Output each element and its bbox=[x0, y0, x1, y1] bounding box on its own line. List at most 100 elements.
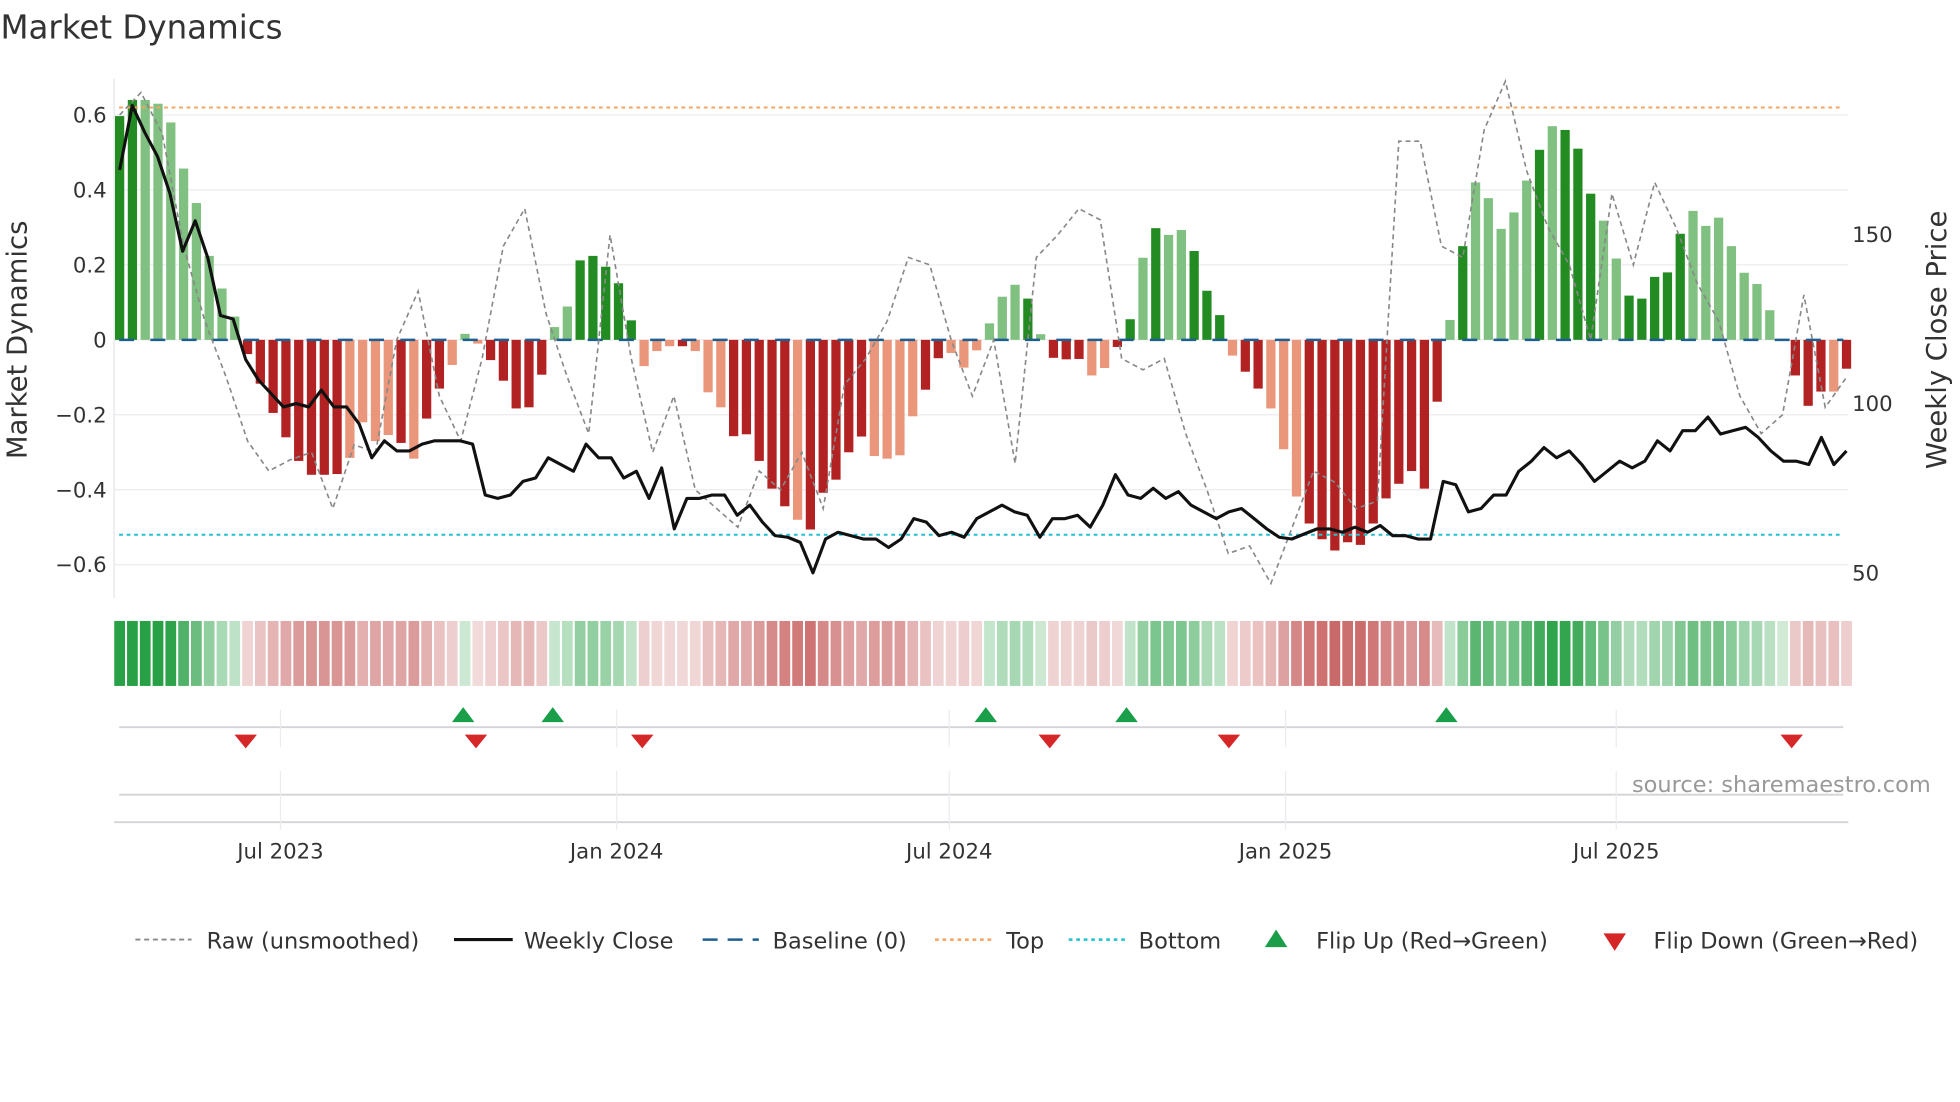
heat-cell bbox=[677, 620, 688, 686]
heat-cell bbox=[1726, 620, 1737, 686]
heat-cell bbox=[1188, 620, 1200, 686]
dynamics-bar bbox=[434, 339, 445, 389]
heat-cell bbox=[191, 620, 202, 686]
dynamics-bar bbox=[409, 339, 419, 459]
heat-cell bbox=[1086, 620, 1098, 686]
heat-cell bbox=[741, 620, 752, 686]
dynamics-bar bbox=[1829, 339, 1839, 392]
dynamics-bar bbox=[1099, 339, 1110, 368]
heat-cell bbox=[1355, 620, 1366, 686]
dynamics-bar bbox=[319, 339, 329, 475]
heat-cell bbox=[203, 620, 215, 686]
dynamics-bar bbox=[805, 339, 816, 530]
y2-tick-label: 150 bbox=[1852, 223, 1893, 248]
axis-ticks: 0.6 0.4 0.2 0 −0.2 −0.4 −0.6 150 100 50 Jul 2023 Ja… bbox=[55, 103, 1893, 864]
dynamics-bar bbox=[703, 339, 713, 393]
heat-cell bbox=[664, 620, 676, 686]
legend-flip-down-icon bbox=[1603, 933, 1626, 951]
dynamics-bar bbox=[1688, 210, 1698, 340]
dynamics-bar bbox=[1522, 180, 1532, 340]
dynamics-bar bbox=[485, 339, 496, 361]
heat-cell bbox=[984, 620, 995, 686]
dynamics-bar bbox=[370, 339, 381, 442]
heat-cell bbox=[1252, 620, 1264, 686]
heat-cell bbox=[280, 620, 292, 686]
heat-cell bbox=[1342, 620, 1354, 686]
heat-cell bbox=[1674, 620, 1686, 686]
dynamics-bar bbox=[1253, 339, 1263, 389]
dynamics-bar bbox=[358, 339, 368, 423]
dynamics-bar bbox=[1662, 272, 1673, 340]
flip-up-icon bbox=[451, 707, 475, 723]
heat-cell bbox=[1201, 620, 1213, 686]
heat-cell bbox=[1124, 620, 1136, 686]
dynamics-bar bbox=[1291, 339, 1302, 497]
dynamics-bar bbox=[613, 283, 624, 340]
heat-cell bbox=[114, 620, 125, 686]
dynamics-bar bbox=[869, 339, 879, 457]
heat-cell bbox=[293, 620, 305, 686]
heat-cell bbox=[1239, 620, 1251, 686]
dynamics-bar bbox=[729, 339, 739, 437]
dynamics-bar bbox=[1023, 298, 1033, 340]
dynamics-bar bbox=[639, 339, 649, 367]
legend-baseline: Baseline (0) bbox=[773, 928, 907, 954]
dynamics-bar bbox=[1304, 339, 1314, 524]
heat-cell bbox=[920, 620, 931, 686]
heat-cell bbox=[1278, 620, 1290, 686]
y2-tick-label: 100 bbox=[1852, 392, 1893, 417]
heat-cell bbox=[127, 620, 138, 686]
y-tick-label: 0.4 bbox=[73, 178, 107, 203]
flip-up-icon bbox=[974, 707, 998, 723]
heat-cell bbox=[1828, 620, 1840, 686]
heat-cell bbox=[229, 620, 241, 686]
x-tick-label: Jul 2025 bbox=[1571, 839, 1659, 864]
dynamics-bar bbox=[652, 339, 662, 352]
heat-cell bbox=[357, 620, 369, 686]
heat-cell bbox=[638, 620, 650, 686]
heat-cell bbox=[536, 620, 548, 686]
heat-cell bbox=[242, 620, 253, 686]
heat-cell bbox=[1009, 620, 1021, 686]
heat-cell bbox=[1291, 620, 1302, 686]
heat-cell bbox=[817, 620, 829, 686]
heat-cell bbox=[881, 620, 893, 686]
dynamics-bar bbox=[1560, 129, 1570, 340]
heat-cell bbox=[728, 620, 740, 686]
heat-cell bbox=[805, 620, 816, 686]
dynamics-bar bbox=[1841, 339, 1852, 369]
flip-down-icon bbox=[234, 734, 257, 749]
dynamics-bar bbox=[818, 339, 828, 493]
dynamics-bar bbox=[1266, 339, 1276, 409]
heat-cell bbox=[1099, 620, 1110, 686]
dynamics-bar bbox=[1458, 246, 1468, 340]
heat-cell bbox=[1623, 620, 1635, 686]
heat-cell bbox=[408, 620, 420, 686]
dynamics-bar bbox=[1573, 148, 1583, 340]
heat-cell bbox=[139, 620, 151, 686]
flip-down-icon bbox=[631, 734, 654, 749]
heat-cell bbox=[1060, 620, 1072, 686]
heat-cell bbox=[651, 620, 663, 686]
dynamics-bar bbox=[1547, 126, 1557, 340]
heat-cell bbox=[1380, 620, 1392, 686]
flip-down-icon bbox=[1038, 734, 1062, 749]
heat-cell bbox=[1431, 620, 1443, 686]
heat-cell bbox=[1227, 620, 1238, 686]
dynamics-bar bbox=[1074, 339, 1084, 359]
heat-cell bbox=[1073, 620, 1085, 686]
dynamics-bar bbox=[1061, 339, 1071, 360]
dynamics-bar bbox=[690, 339, 700, 352]
dynamics-bar bbox=[1355, 339, 1366, 545]
heat-cell bbox=[1303, 620, 1315, 686]
heat-cell bbox=[523, 620, 535, 686]
dynamics-bar bbox=[1240, 339, 1250, 372]
dynamics-bar bbox=[741, 339, 752, 435]
dynamics-bar bbox=[1598, 220, 1609, 340]
dynamics-bar bbox=[882, 339, 892, 459]
dynamics-bar bbox=[1650, 276, 1660, 340]
heat-cell bbox=[510, 620, 522, 686]
chart-title: Market Dynamics bbox=[0, 9, 282, 47]
dynamics-bar bbox=[1048, 339, 1059, 358]
x-tick-label: Jan 2024 bbox=[568, 839, 664, 864]
